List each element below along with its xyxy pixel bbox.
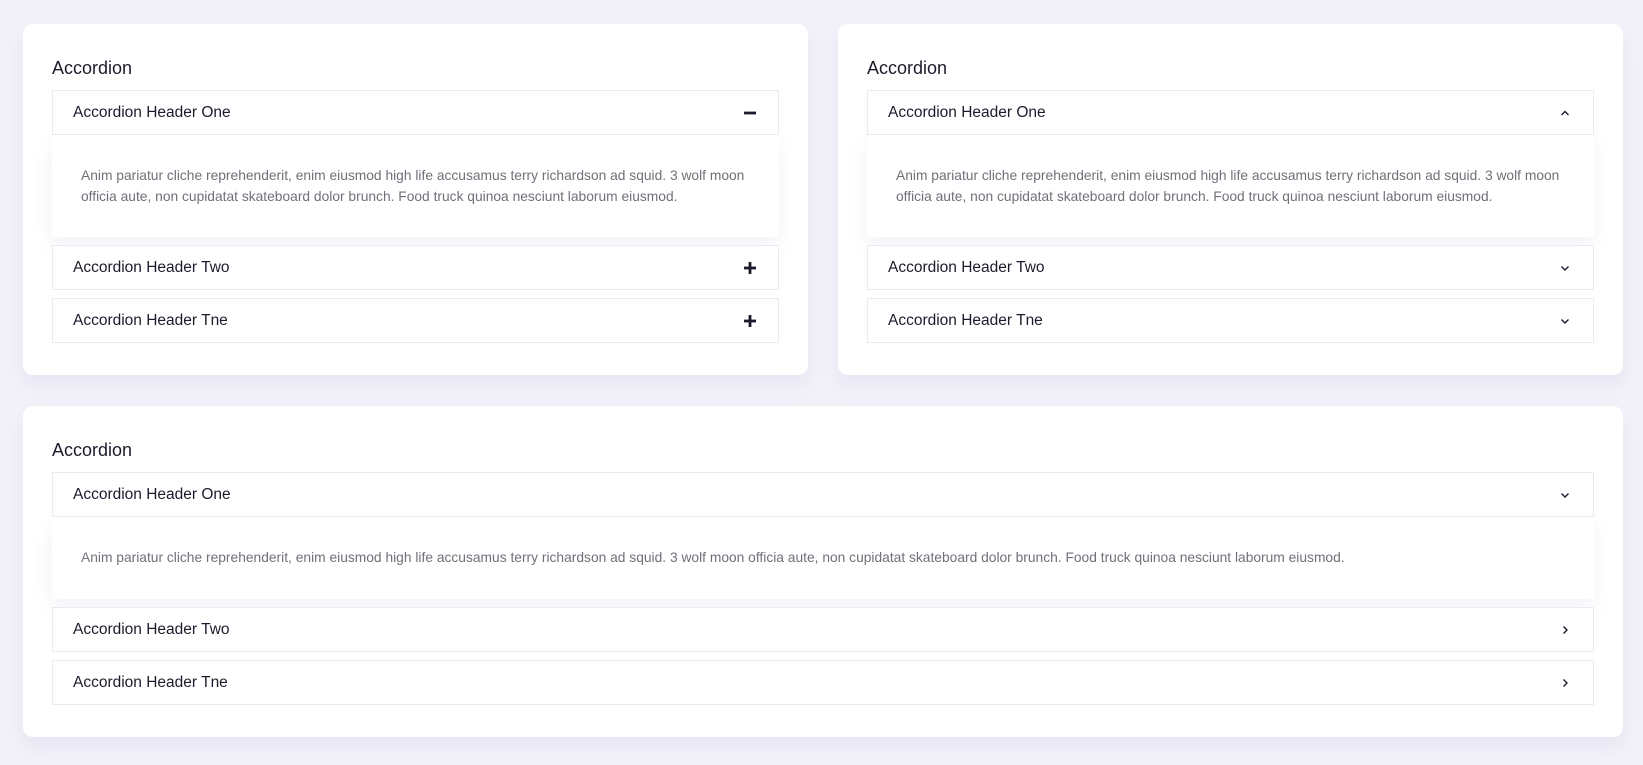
accordion-item-two: Accordion Header Two (52, 245, 779, 290)
accordion-header-label: Accordion Header One (888, 103, 1046, 121)
accordion-card-chevron-up-down: Accordion Accordion Header One Anim pari… (838, 24, 1623, 375)
accordion-card-plus-minus: Accordion Accordion Header One Anim pari… (23, 24, 808, 375)
chevron-up-icon[interactable] (1557, 105, 1573, 121)
accordion-header-one[interactable]: Accordion Header One (52, 472, 1594, 517)
card-title: Accordion (52, 58, 133, 78)
accordion-item-one: Accordion Header One Anim pariatur clich… (52, 90, 779, 237)
accordion-header-label: Accordion Header Tne (73, 311, 228, 329)
accordion-body-one: Anim pariatur cliche reprehenderit, enim… (52, 517, 1594, 599)
accordion-item-one: Accordion Header One Anim pariatur clich… (867, 90, 1594, 237)
accordion-card-chevron-down-right: Accordion Accordion Header One Anim pari… (23, 406, 1623, 737)
card-title: Accordion (867, 58, 948, 78)
plus-icon[interactable] (742, 313, 758, 329)
accordion-body-one: Anim pariatur cliche reprehenderit, enim… (52, 135, 779, 237)
accordion-header-one[interactable]: Accordion Header One (52, 90, 779, 135)
accordion-header-label: Accordion Header Two (73, 258, 230, 276)
accordion-header-one[interactable]: Accordion Header One (867, 90, 1594, 135)
chevron-down-icon[interactable] (1557, 487, 1573, 503)
accordion-header-three[interactable]: Accordion Header Tne (52, 660, 1594, 705)
accordion-header-two[interactable]: Accordion Header Two (52, 245, 779, 290)
plus-icon[interactable] (742, 260, 758, 276)
chevron-down-icon[interactable] (1557, 313, 1573, 329)
chevron-right-icon[interactable] (1557, 675, 1573, 691)
accordion-item-three: Accordion Header Tne (52, 298, 779, 343)
accordion-header-label: Accordion Header Tne (73, 673, 228, 691)
accordion-item-two: Accordion Header Two (52, 607, 1594, 652)
accordion-item-three: Accordion Header Tne (867, 298, 1594, 343)
chevron-right-icon[interactable] (1557, 622, 1573, 638)
accordion-header-three[interactable]: Accordion Header Tne (867, 298, 1594, 343)
accordion-item-three: Accordion Header Tne (52, 660, 1594, 705)
accordion-header-three[interactable]: Accordion Header Tne (52, 298, 779, 343)
accordion-header-two[interactable]: Accordion Header Two (867, 245, 1594, 290)
card-title: Accordion (52, 440, 133, 460)
accordion-header-label: Accordion Header Two (73, 620, 230, 638)
accordion-item-two: Accordion Header Two (867, 245, 1594, 290)
accordion-header-two[interactable]: Accordion Header Two (52, 607, 1594, 652)
accordion-body-one: Anim pariatur cliche reprehenderit, enim… (867, 135, 1594, 237)
accordion-header-label: Accordion Header Two (888, 258, 1045, 276)
accordion-header-label: Accordion Header One (73, 103, 231, 121)
accordion-header-label: Accordion Header One (73, 485, 231, 503)
accordion-item-one: Accordion Header One Anim pariatur clich… (52, 472, 1594, 599)
minus-icon[interactable] (742, 105, 758, 121)
accordion-header-label: Accordion Header Tne (888, 311, 1043, 329)
chevron-down-icon[interactable] (1557, 260, 1573, 276)
